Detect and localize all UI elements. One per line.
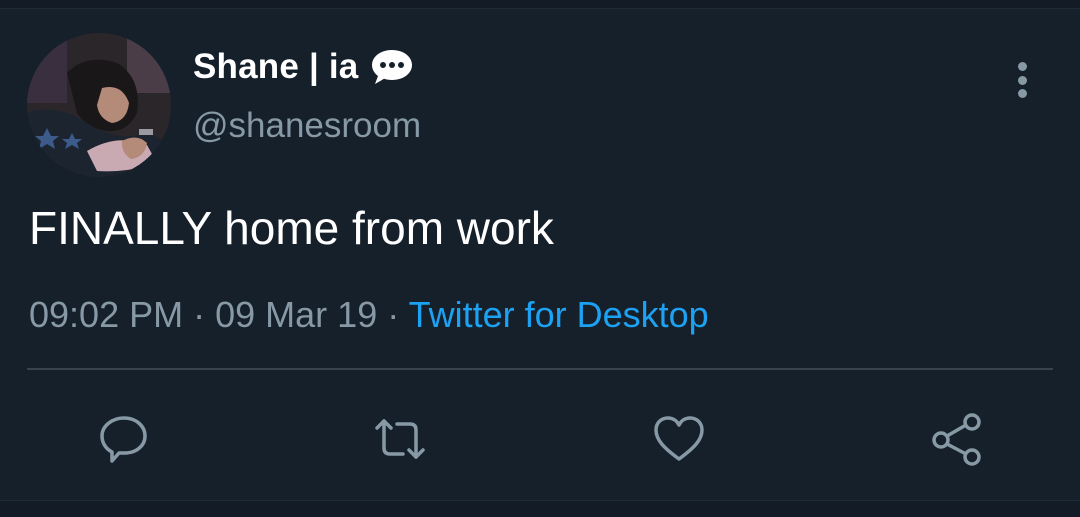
share-icon [932, 413, 981, 466]
actions-divider [27, 368, 1053, 370]
tweet-actions-bar [0, 400, 1080, 470]
avatar-image [27, 33, 171, 177]
speech-bubble-icon [370, 47, 414, 87]
retweet-icon [375, 419, 425, 459]
display-name-row[interactable]: Shane | ia [193, 44, 414, 90]
more-dot [1017, 89, 1027, 98]
tweet-text: FINALLY home from work [29, 202, 554, 254]
more-dot [1017, 75, 1027, 85]
reply-button[interactable] [95, 410, 153, 468]
more-vertical-icon[interactable] [1005, 60, 1039, 100]
tweet-time: 09:02 PM [29, 294, 184, 335]
more-dot [1017, 62, 1027, 71]
meta-separator: · [387, 294, 400, 335]
top-divider [0, 0, 1080, 9]
tweet-date: 09 Mar 19 [215, 294, 378, 335]
like-button[interactable] [650, 410, 708, 468]
display-name[interactable]: Shane | ia [193, 47, 358, 87]
user-handle[interactable]: @shanesroom [193, 106, 421, 146]
heart-icon [654, 416, 704, 461]
meta-separator: · [193, 294, 206, 335]
retweet-button[interactable] [371, 410, 429, 468]
share-button[interactable] [928, 410, 986, 468]
tweet-source-link[interactable]: Twitter for Desktop [409, 294, 709, 335]
reply-icon [100, 416, 147, 463]
bottom-divider [0, 500, 1080, 517]
tweet-meta: 09:02 PM · 09 Mar 19 · Twitter for Deskt… [29, 294, 709, 336]
avatar[interactable] [27, 33, 171, 177]
